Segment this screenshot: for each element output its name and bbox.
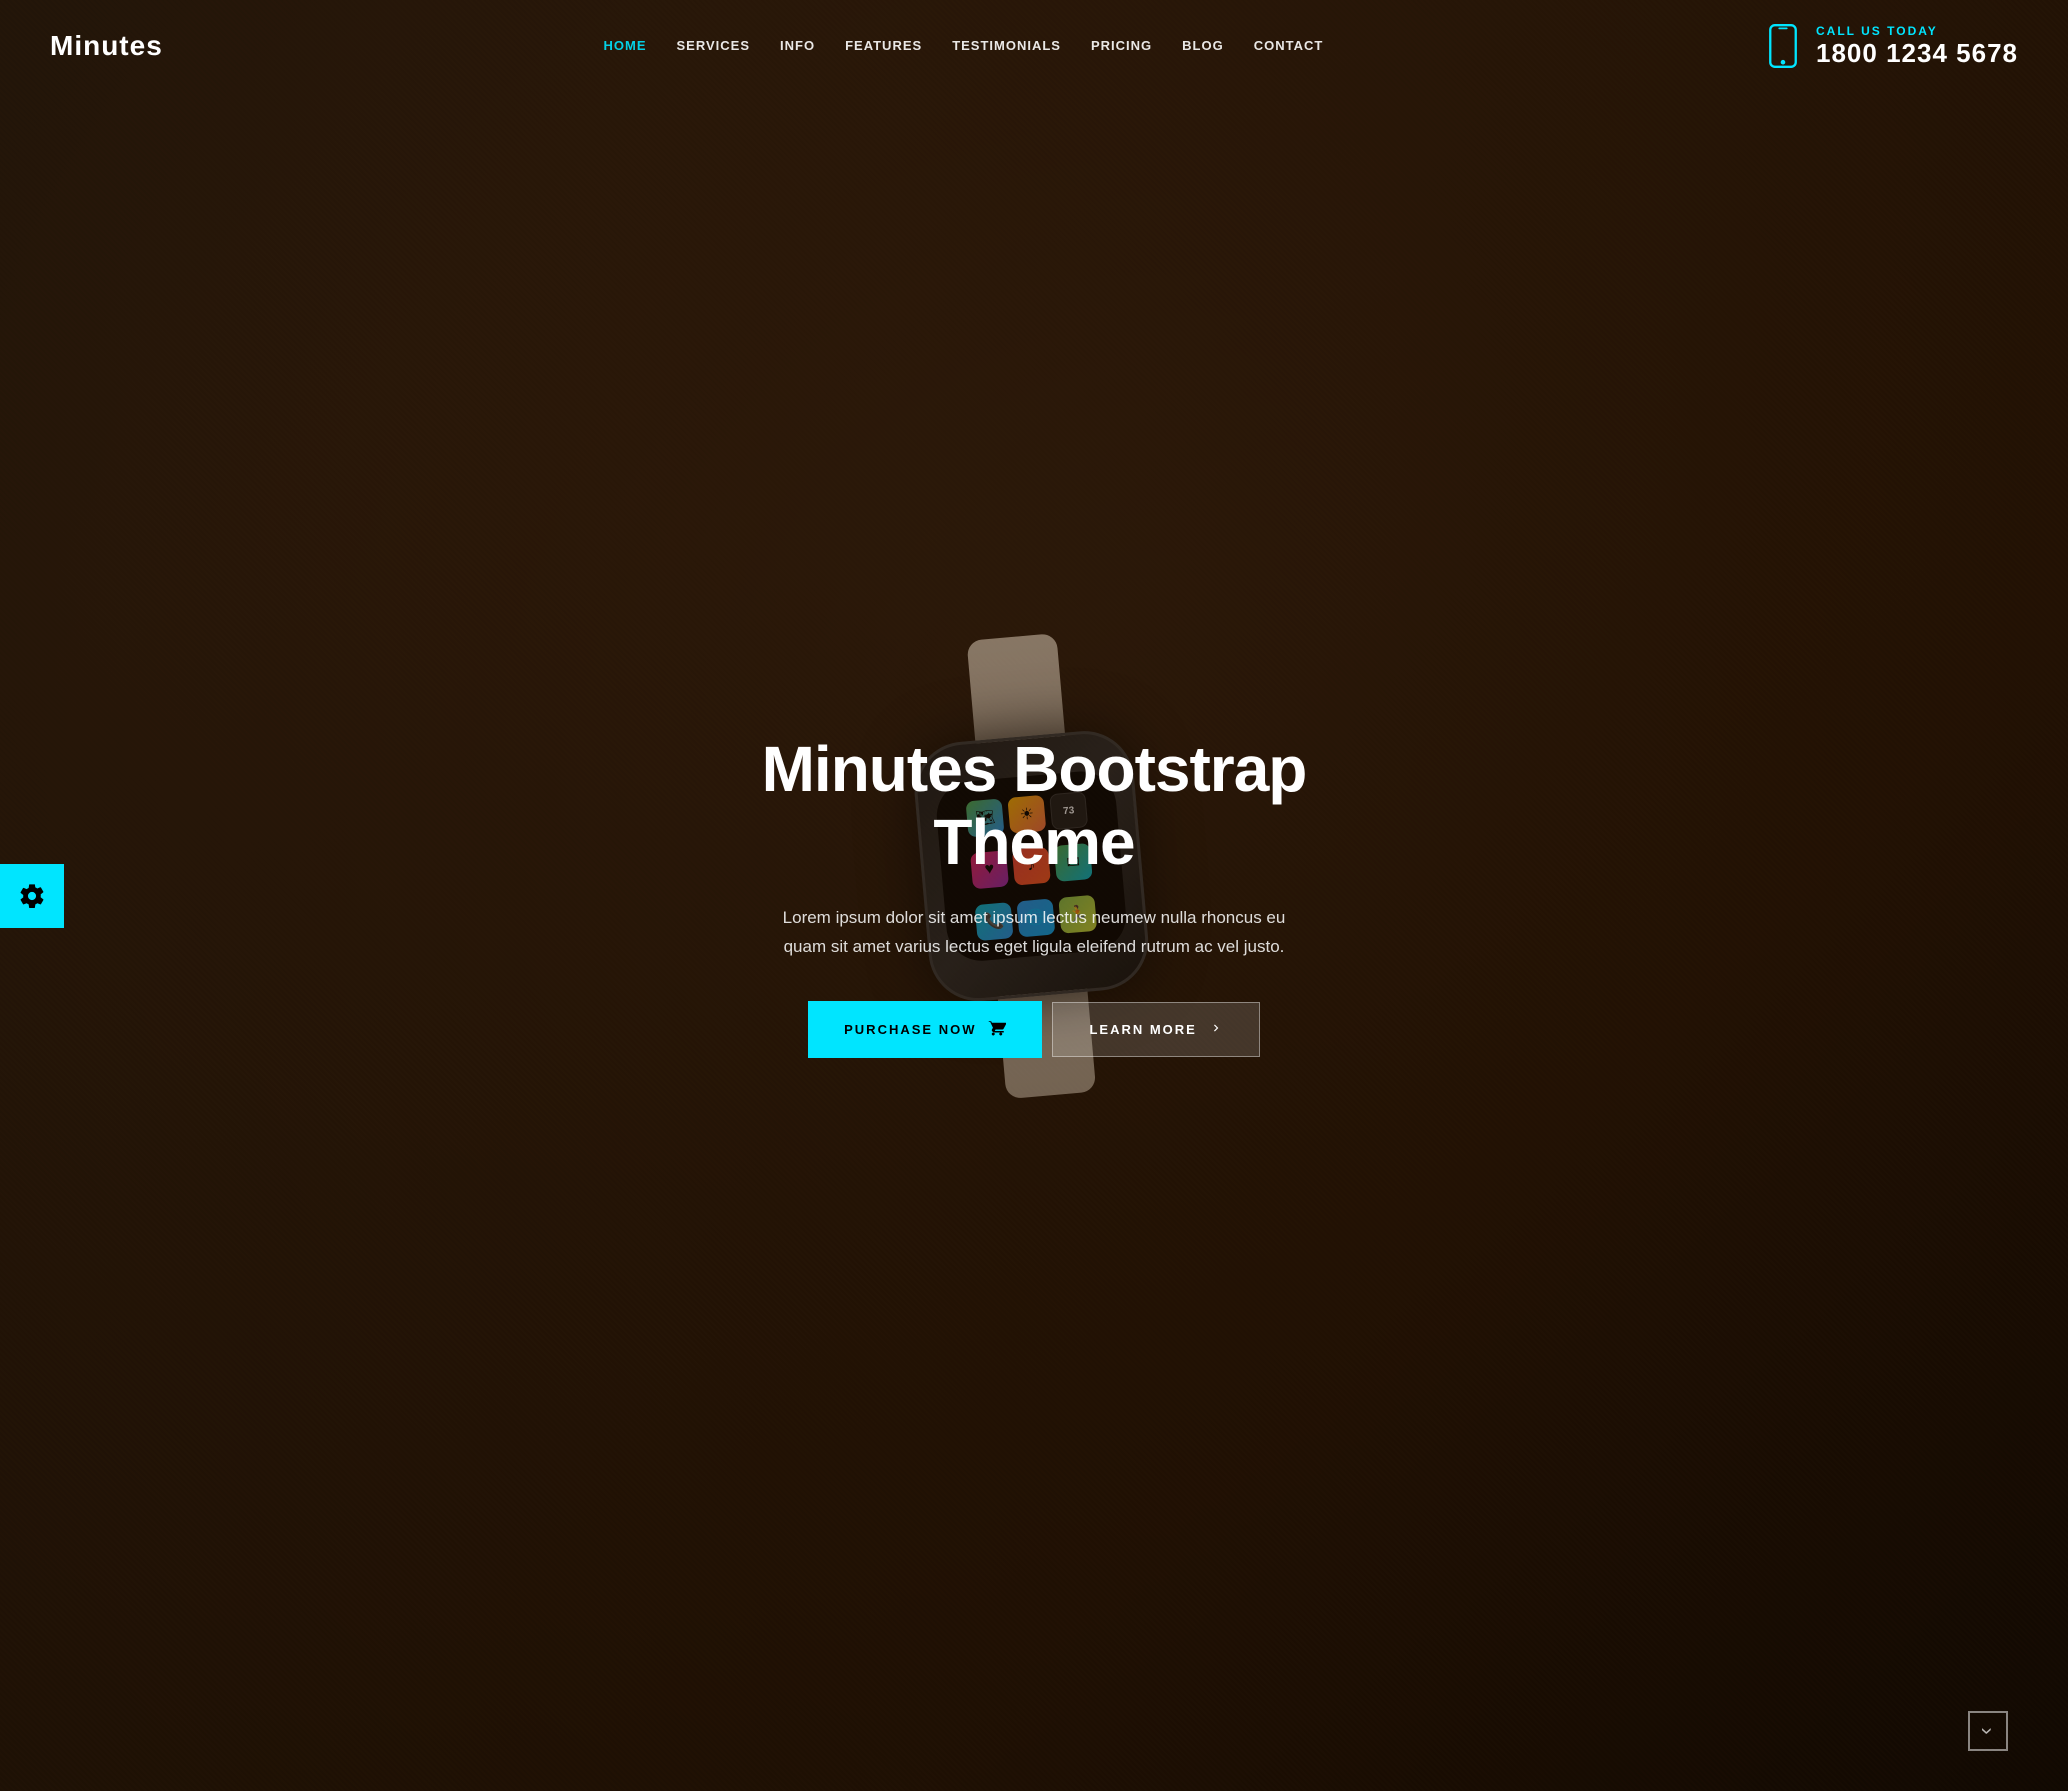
hero-section: 🗺☀73♥♪✉📞🌐🏃 Minutes Bootstrap Theme Lorem… — [0, 0, 2068, 1791]
learn-more-button[interactable]: LEARN MORE — [1052, 1002, 1259, 1057]
nav-item-testimonials[interactable]: TESTIMONIALS — [952, 38, 1061, 53]
hero-description: Lorem ipsum dolor sit amet ipsum lectus … — [769, 904, 1299, 962]
phone-number[interactable]: 1800 1234 5678 — [1816, 38, 2018, 69]
cart-icon — [988, 1019, 1006, 1040]
hero-buttons: PURCHASE NOW LEARN MORE — [704, 1001, 1364, 1058]
call-label: CALL US TODAY — [1816, 24, 2018, 38]
nav-item-services[interactable]: SERVICES — [677, 38, 751, 53]
hero-content: Minutes Bootstrap Theme Lorem ipsum dolo… — [684, 733, 1384, 1059]
settings-button[interactable] — [0, 864, 64, 928]
site-logo[interactable]: Minutes — [50, 30, 163, 62]
nav-list: HOME SERVICES INFO FEATURES TESTIMONIALS PRIC… — [604, 37, 1324, 55]
phone-icon — [1764, 20, 1802, 72]
nav-item-blog[interactable]: BLOG — [1182, 38, 1224, 53]
mobile-icon — [1769, 24, 1797, 68]
main-nav: HOME SERVICES INFO FEATURES TESTIMONIALS PRIC… — [604, 37, 1324, 55]
nav-item-home[interactable]: HOME — [604, 38, 647, 53]
learn-more-label: LEARN MORE — [1089, 1022, 1196, 1037]
chevron-right-icon — [1209, 1021, 1223, 1038]
gear-icon — [18, 882, 46, 910]
hero-title: Minutes Bootstrap Theme — [704, 733, 1364, 880]
purchase-now-button[interactable]: PURCHASE NOW — [808, 1001, 1042, 1058]
scroll-down-arrow[interactable] — [1968, 1711, 2008, 1751]
contact-text: CALL US TODAY 1800 1234 5678 — [1816, 24, 2018, 69]
nav-item-pricing[interactable]: PRICING — [1091, 38, 1152, 53]
nav-item-features[interactable]: FEATURES — [845, 38, 922, 53]
contact-info: CALL US TODAY 1800 1234 5678 — [1764, 20, 2018, 72]
purchase-label: PURCHASE NOW — [844, 1022, 976, 1037]
nav-item-info[interactable]: INFO — [780, 38, 815, 53]
header: Minutes HOME SERVICES INFO FEATURES TESTIMON… — [0, 0, 2068, 92]
nav-item-contact[interactable]: CONTACT — [1254, 38, 1324, 53]
